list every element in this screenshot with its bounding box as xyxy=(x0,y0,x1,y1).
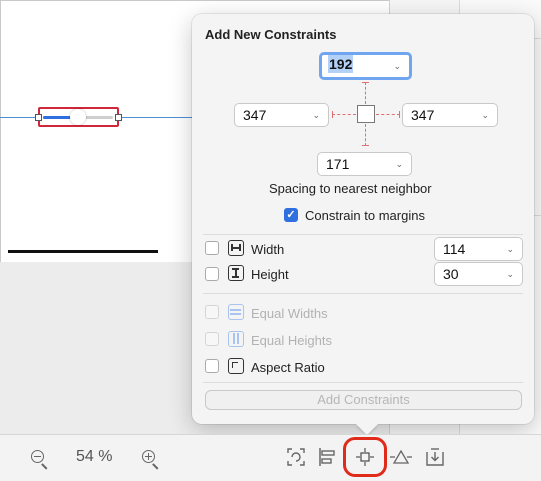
constraint-target-box xyxy=(357,105,375,123)
aspect-ratio-label: Aspect Ratio xyxy=(251,360,325,375)
constrain-margins-checkbox[interactable]: ✓ xyxy=(284,208,298,222)
divider xyxy=(203,293,523,294)
right-constraint-cap xyxy=(399,111,400,118)
zoom-in-icon[interactable] xyxy=(142,450,162,470)
left-spacing-field[interactable]: 347 ⌄ xyxy=(234,103,329,127)
bottom-constraint-line[interactable] xyxy=(365,124,366,146)
add-constraints-button[interactable]: Add Constraints xyxy=(205,390,522,410)
bottom-spacing-value: 171 xyxy=(326,156,350,172)
right-spacing-field[interactable]: 347 ⌄ xyxy=(402,103,498,127)
chevron-down-icon: ⌄ xyxy=(506,269,514,279)
top-spacing-field[interactable]: 192 ⌄ xyxy=(319,52,412,80)
constrain-margins-label: Constrain to margins xyxy=(305,208,425,223)
update-frames-icon[interactable] xyxy=(286,447,306,467)
equal-widths-checkbox[interactable] xyxy=(205,305,219,319)
top-spacing-value: 192 xyxy=(328,55,354,73)
home-indicator xyxy=(8,250,158,253)
equal-widths-label: Equal Widths xyxy=(251,306,328,321)
aspect-ratio-icon xyxy=(228,358,244,374)
top-constraint-line[interactable] xyxy=(365,82,366,104)
selected-slider[interactable] xyxy=(38,107,119,127)
left-constraint-line[interactable] xyxy=(332,114,356,115)
width-label: Width xyxy=(251,242,285,257)
equal-heights-label: Equal Heights xyxy=(251,333,332,348)
width-value-field[interactable]: 114 ⌄ xyxy=(434,237,523,261)
top-constraint-cap xyxy=(362,82,369,83)
chevron-down-icon: ⌄ xyxy=(312,110,320,120)
align-icon[interactable] xyxy=(318,447,338,467)
chevron-down-icon: ⌄ xyxy=(393,61,401,71)
zoom-out-icon[interactable] xyxy=(31,450,51,470)
bottom-constraint-cap xyxy=(362,145,369,146)
zoom-level: 54 % xyxy=(76,448,113,465)
equal-heights-icon xyxy=(228,331,244,347)
divider xyxy=(203,234,523,235)
height-checkbox[interactable] xyxy=(205,267,219,281)
aspect-ratio-checkbox[interactable] xyxy=(205,359,219,373)
height-label: Height xyxy=(251,267,289,282)
add-constraints-popover: Add New Constraints 192 ⌄ 347 ⌄ 347 ⌄ 17… xyxy=(192,14,534,424)
spacing-label: Spacing to nearest neighbor xyxy=(269,181,432,196)
chevron-down-icon: ⌄ xyxy=(395,159,403,169)
equal-heights-checkbox[interactable] xyxy=(205,332,219,346)
width-checkbox[interactable] xyxy=(205,241,219,255)
height-value-field[interactable]: 30 ⌄ xyxy=(434,262,523,286)
resize-handle-left[interactable] xyxy=(35,114,42,121)
left-spacing-value: 347 xyxy=(243,107,267,123)
right-constraint-line[interactable] xyxy=(376,114,400,115)
slider-thumb[interactable] xyxy=(70,109,86,125)
height-constraint-icon xyxy=(228,265,244,281)
divider xyxy=(203,382,523,383)
bottom-spacing-field[interactable]: 171 ⌄ xyxy=(317,152,412,176)
right-spacing-value: 347 xyxy=(411,107,435,123)
resize-handle-right[interactable] xyxy=(115,114,122,121)
width-value: 114 xyxy=(443,241,466,257)
left-constraint-cap xyxy=(332,111,333,118)
popover-title: Add New Constraints xyxy=(205,27,337,42)
height-value: 30 xyxy=(443,266,459,282)
width-constraint-icon xyxy=(228,240,244,256)
chevron-down-icon: ⌄ xyxy=(506,244,514,254)
canvas-toolbar: 54 % xyxy=(0,434,541,481)
embed-in-icon[interactable] xyxy=(425,447,445,467)
equal-widths-icon xyxy=(228,304,244,320)
chevron-down-icon: ⌄ xyxy=(481,110,489,120)
resolve-auto-layout-issues-icon[interactable] xyxy=(389,447,413,467)
highlight-annotation xyxy=(343,437,387,477)
